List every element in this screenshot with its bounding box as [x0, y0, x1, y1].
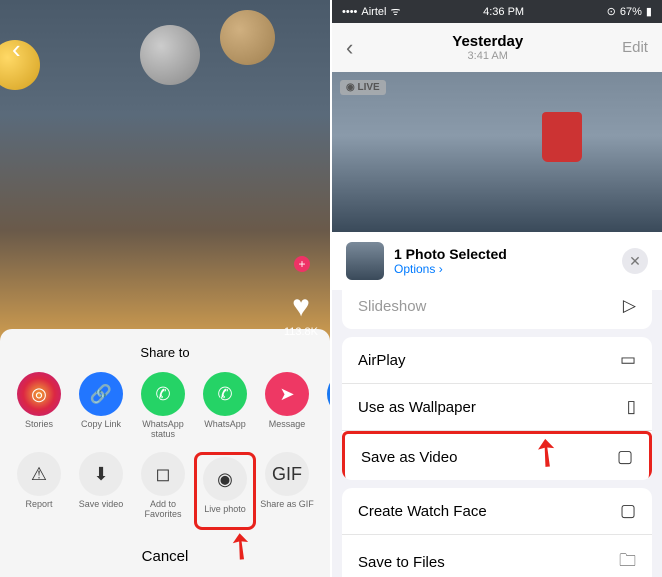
- heart-icon: ♥: [284, 290, 318, 324]
- header-subtitle: 3:41 AM: [452, 50, 523, 62]
- share-icon: ◎: [17, 372, 61, 416]
- share-action[interactable]: ◉ Live photo: [194, 452, 256, 530]
- action-icon: ▢: [620, 501, 636, 521]
- status-bar: •••• Airtel ᯤ 4:36 PM ⊙ 67% ▮: [332, 0, 662, 23]
- action-group: Create Watch Face▢Save to Files🗀Assign t…: [342, 488, 652, 577]
- tiktok-screen: ‹ + ♥ 113.8K Share to ◎ Stories 🔗 Copy Link…: [0, 0, 330, 577]
- action-icon: GIF: [265, 452, 309, 496]
- like-button[interactable]: ♥ 113.8K: [284, 290, 318, 338]
- action-label: Create Watch Face: [358, 503, 487, 520]
- share-label: Stories: [8, 420, 70, 440]
- share-label: WhatsApp status: [132, 420, 194, 440]
- action-label: Share as GIF: [256, 500, 318, 520]
- like-count: 113.8K: [284, 326, 318, 338]
- back-chevron-icon[interactable]: ‹: [12, 34, 21, 65]
- action-list[interactable]: Slideshow ▷ AirPlay ▭ Use as Wallpaper ▯ Sav…: [332, 290, 662, 577]
- photo-thumbnail: [346, 242, 384, 280]
- ios-photos-screen: •••• Airtel ᯤ 4:36 PM ⊙ 67% ▮ ‹ Yesterda…: [332, 0, 662, 577]
- share-action[interactable]: ⚠ Report: [8, 452, 70, 530]
- clock: 4:36 PM: [483, 6, 524, 18]
- share-action[interactable]: ⬇ Save video: [70, 452, 132, 530]
- share-icon: f: [327, 372, 330, 416]
- share-target[interactable]: f Fa: [318, 372, 330, 440]
- back-chevron-icon[interactable]: ‹: [346, 35, 353, 61]
- action-icon: ▢: [617, 447, 633, 467]
- action-label: AirPlay: [358, 352, 406, 369]
- share-action[interactable]: ◻ Add to Favorites: [132, 452, 194, 530]
- action-label: Slideshow: [358, 298, 426, 315]
- action-icon: ◻: [141, 452, 185, 496]
- share-label: WhatsApp: [194, 420, 256, 440]
- share-label: Copy Link: [70, 420, 132, 440]
- action-label: Save video: [70, 500, 132, 520]
- share-icon: ➤: [265, 372, 309, 416]
- photo-content: [542, 112, 582, 162]
- share-label: Fa: [318, 420, 330, 440]
- header-center: Yesterday 3:41 AM: [452, 33, 523, 62]
- alarm-icon: ⊙: [607, 5, 616, 18]
- share-icon: 🔗: [79, 372, 123, 416]
- balloon-decor: [220, 10, 275, 65]
- close-icon[interactable]: ✕: [622, 248, 648, 274]
- action-item[interactable]: Create Watch Face ▢: [342, 488, 652, 535]
- wifi-icon: ᯤ: [390, 4, 400, 19]
- share-target[interactable]: ✆ WhatsApp: [194, 372, 256, 440]
- photo-preview[interactable]: ◉ LIVE: [332, 72, 662, 232]
- share-icon: ✆: [141, 372, 185, 416]
- share-target[interactable]: ➤ Message: [256, 372, 318, 440]
- battery-percent: 67%: [620, 6, 642, 18]
- signal-icon: ••••: [342, 6, 357, 18]
- photos-header: ‹ Yesterday 3:41 AM Edit: [332, 23, 662, 72]
- action-label: Add to Favorites: [132, 500, 194, 520]
- action-label: Use as Wallpaper: [358, 399, 476, 416]
- action-label: Save to Files: [358, 554, 445, 571]
- options-link[interactable]: Options ›: [394, 262, 612, 276]
- share-title: Share to: [0, 339, 330, 366]
- share-target[interactable]: ◎ Stories: [8, 372, 70, 440]
- action-group: Slideshow ▷: [342, 290, 652, 329]
- action-label: Report: [8, 500, 70, 520]
- cancel-button[interactable]: Cancel: [0, 536, 330, 577]
- action-group: AirPlay ▭ Use as Wallpaper ▯ Save as Video ▢: [342, 337, 652, 480]
- play-icon: ▷: [623, 296, 636, 316]
- header-title: Yesterday: [452, 33, 523, 50]
- carrier-label: Airtel: [361, 6, 386, 18]
- action-slideshow[interactable]: Slideshow ▷: [342, 290, 652, 329]
- action-item[interactable]: Use as Wallpaper ▯: [342, 384, 652, 431]
- action-icon: ◉: [203, 457, 247, 501]
- action-icon: 🗀: [619, 548, 636, 577]
- edit-button[interactable]: Edit: [622, 39, 648, 56]
- share-label: Message: [256, 420, 318, 440]
- share-target[interactable]: ✆ WhatsApp status: [132, 372, 194, 440]
- selection-title: 1 Photo Selected: [394, 246, 612, 262]
- share-targets-row[interactable]: ◎ Stories 🔗 Copy Link ✆ WhatsApp status ✆ Whats…: [0, 366, 330, 446]
- action-icon: ⚠: [17, 452, 61, 496]
- live-badge: ◉ LIVE: [340, 80, 386, 95]
- share-action[interactable]: GIF Share as GIF: [256, 452, 318, 530]
- balloon-decor: [140, 25, 200, 85]
- action-icon: ▯: [627, 397, 636, 417]
- action-label: Save as Video: [361, 449, 457, 466]
- action-icon: ▭: [620, 350, 636, 370]
- share-sheet: Share to ◎ Stories 🔗 Copy Link ✆ WhatsApp sta…: [0, 329, 330, 577]
- battery-icon: ▮: [646, 5, 652, 18]
- share-panel-header: 1 Photo Selected Options › ✕: [332, 232, 662, 290]
- follow-plus-icon[interactable]: +: [294, 256, 310, 272]
- action-item[interactable]: Save to Files 🗀: [342, 535, 652, 577]
- action-icon: ⬇: [79, 452, 123, 496]
- action-item[interactable]: Save as Video ▢: [342, 431, 652, 480]
- share-target[interactable]: 🔗 Copy Link: [70, 372, 132, 440]
- share-actions-row[interactable]: ⚠ Report ⬇ Save video ◻ Add to Favorites ◉ Live…: [0, 446, 330, 536]
- share-icon: ✆: [203, 372, 247, 416]
- action-item[interactable]: AirPlay ▭: [342, 337, 652, 384]
- action-label: Live photo: [199, 505, 251, 525]
